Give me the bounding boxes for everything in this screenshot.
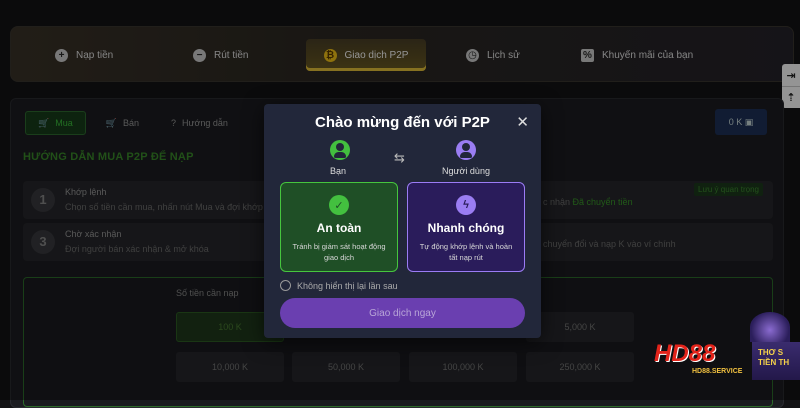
character-image: [750, 312, 790, 342]
promo-banner[interactable]: THƠ S TIỀN TH: [752, 342, 800, 380]
user-label: Bạn: [330, 166, 347, 176]
brand-logo: HD88: [654, 340, 716, 367]
safe-card: ✓ An toàn Tránh bị giám sát hoạt động gi…: [280, 182, 398, 272]
p2p-welcome-modal: Chào mừng đến với P2P ✕ ⇆ Bạn Người dùng…: [264, 104, 541, 338]
other-user-avatar-icon: [456, 140, 476, 160]
radio-icon: [280, 280, 291, 291]
dont-show-again-checkbox[interactable]: Không hiển thị lại lần sau: [280, 280, 398, 291]
brand-badge: HD88 HD88.SERVICE THƠ S TIỀN TH: [648, 312, 800, 400]
shield-icon: ✓: [329, 195, 349, 215]
modal-title: Chào mừng đến với P2P: [315, 114, 490, 131]
lightning-icon: ϟ: [456, 195, 476, 215]
other-user-label: Người dùng: [442, 166, 490, 176]
brand-subtitle: HD88.SERVICE: [692, 368, 743, 375]
swap-icon: ⇆: [394, 150, 405, 165]
trade-now-button[interactable]: Giao dịch ngay: [280, 298, 525, 328]
user-avatar-icon: [330, 140, 350, 160]
fast-card: ϟ Nhanh chóng Tự động khớp lệnh và hoàn …: [407, 182, 525, 272]
close-icon[interactable]: ✕: [516, 113, 529, 131]
